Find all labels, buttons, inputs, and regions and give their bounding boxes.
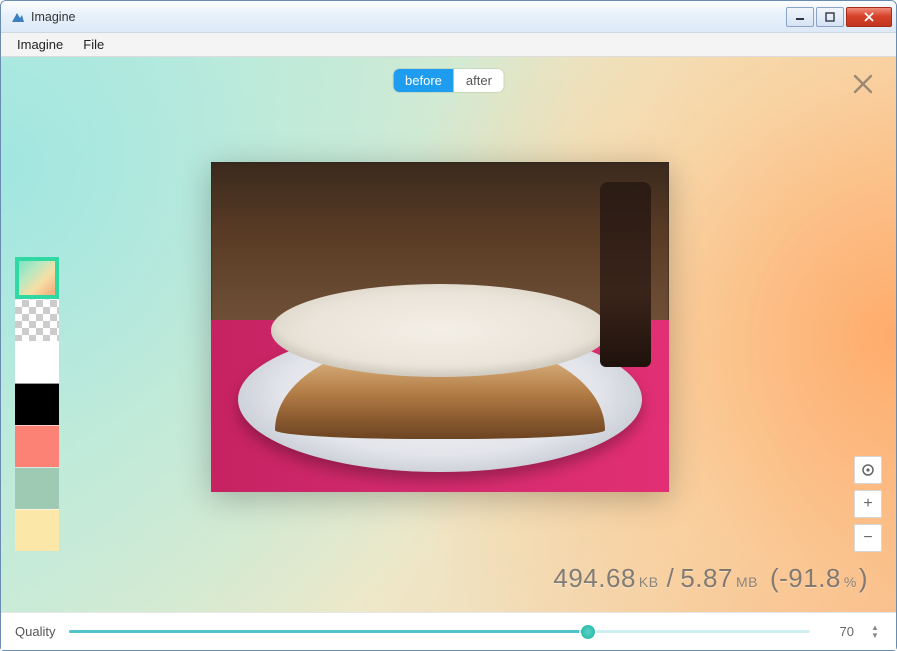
before-after-toggle[interactable]: before after (393, 69, 504, 92)
app-window: Imagine Imagine File before after (0, 0, 897, 651)
swatch-gradient[interactable] (15, 257, 59, 299)
close-preview-button[interactable] (848, 69, 878, 99)
menubar: Imagine File (1, 33, 896, 57)
swatch-salmon[interactable] (15, 425, 59, 467)
menu-imagine[interactable]: Imagine (7, 35, 73, 54)
quality-value: 70 (824, 624, 854, 639)
before-unit: KB (639, 574, 659, 590)
quality-label: Quality (15, 624, 55, 639)
before-size: 494.68 (553, 563, 636, 594)
swatch-transparent[interactable] (15, 299, 59, 341)
swatch-teal[interactable] (15, 467, 59, 509)
zoom-controls: + − (854, 456, 882, 552)
change-pct: -91.8 (779, 563, 841, 593)
maximize-button[interactable] (816, 7, 844, 27)
after-size: 5.87 (680, 563, 733, 594)
stepper-up-icon[interactable]: ▲ (868, 624, 882, 631)
zoom-in-button[interactable]: + (854, 490, 882, 518)
quality-bar: Quality 70 ▲ ▼ (1, 612, 896, 650)
swatch-black[interactable] (15, 383, 59, 425)
zoom-fit-button[interactable] (854, 456, 882, 484)
quality-stepper[interactable]: ▲ ▼ (868, 623, 882, 641)
image-preview[interactable] (211, 162, 669, 492)
background-swatches (15, 257, 59, 551)
window-title: Imagine (31, 10, 75, 24)
window-controls (786, 7, 896, 27)
preview-image (211, 162, 669, 492)
quality-slider[interactable] (69, 624, 810, 640)
stepper-down-icon[interactable]: ▼ (868, 632, 882, 639)
swatch-white[interactable] (15, 341, 59, 383)
after-unit: MB (736, 574, 758, 590)
toggle-before[interactable]: before (393, 69, 454, 92)
minimize-button[interactable] (786, 7, 814, 27)
app-icon (9, 9, 25, 25)
compression-stats: 494.68 KB / 5.87 MB (-91.8%) (553, 563, 868, 594)
swatch-cream[interactable] (15, 509, 59, 551)
workspace: before after (1, 57, 896, 612)
toggle-after[interactable]: after (454, 69, 504, 92)
menu-file[interactable]: File (73, 35, 114, 54)
titlebar[interactable]: Imagine (1, 1, 896, 33)
zoom-out-button[interactable]: − (854, 524, 882, 552)
close-window-button[interactable] (846, 7, 892, 27)
